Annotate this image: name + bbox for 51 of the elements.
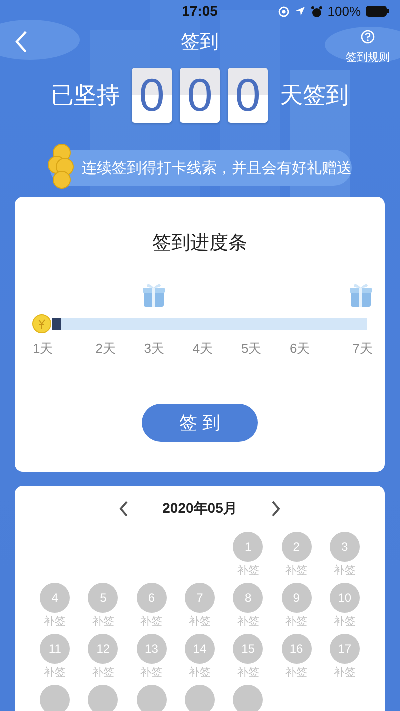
day-label: 2天 [94, 340, 117, 358]
next-month-button[interactable] [271, 500, 282, 518]
day-label: 6天 [289, 340, 312, 358]
makeup-sign-label: 补签 [334, 564, 356, 578]
day-label: 1天 [33, 340, 54, 358]
coin-icon [32, 314, 52, 334]
help-icon [361, 30, 375, 44]
previous-month-button[interactable] [118, 500, 129, 518]
battery-percent: 100% [328, 4, 361, 19]
makeup-sign-label: 补签 [140, 614, 163, 629]
makeup-sign-label: 补签 [334, 666, 356, 680]
makeup-sign-label: 补签 [188, 614, 211, 629]
day-circle[interactable] [233, 685, 264, 711]
day-label: 5天 [240, 340, 263, 358]
day-circle[interactable] [40, 685, 70, 711]
makeup-sign-label: 补签 [188, 666, 211, 680]
page-title: 签到 [181, 31, 219, 55]
counter-digit: 0 [180, 68, 220, 122]
makeup-sign-label: 补签 [237, 614, 260, 629]
day-label: 3天 [143, 340, 166, 358]
makeup-sign-label: 补签 [286, 614, 308, 629]
rotation-lock-icon [278, 6, 290, 18]
makeup-sign-label: 补签 [92, 666, 114, 680]
day-label: 7天 [352, 340, 373, 358]
streak-suffix: 天签到 [280, 80, 349, 110]
reward-banner: 连续签到得打卡线索，并且会有好礼赠送 [50, 150, 352, 186]
day-circle[interactable] [88, 685, 118, 711]
streak-prefix: 已坚持 [51, 80, 120, 110]
day-circle[interactable] [184, 685, 215, 711]
makeup-sign-label: 补签 [92, 614, 114, 629]
gift-icon [142, 282, 166, 308]
makeup-sign-label: 补签 [44, 614, 66, 629]
battery-icon [366, 6, 390, 17]
progress-title: 签到进度条 [152, 232, 248, 256]
makeup-sign-label: 补签 [286, 666, 308, 680]
counter-digit: 0 [228, 68, 268, 122]
day-circle[interactable] [136, 685, 167, 711]
month-title: 2020年05月 [162, 500, 238, 518]
sign-in-button[interactable]: 签 到 [142, 404, 258, 442]
makeup-sign-label: 补签 [334, 614, 356, 629]
gift-icon [349, 282, 373, 308]
counter-digit: 0 [132, 68, 172, 122]
day-label: 4天 [192, 340, 214, 358]
makeup-sign-label: 补签 [237, 666, 260, 680]
makeup-sign-label: 补签 [140, 666, 163, 680]
makeup-sign-label: 补签 [237, 564, 260, 578]
makeup-sign-label: 补签 [44, 666, 66, 680]
status-time: 17:05 [182, 3, 218, 19]
alarm-icon [310, 6, 323, 18]
makeup-sign-label: 补签 [286, 564, 308, 578]
location-icon [294, 6, 306, 17]
